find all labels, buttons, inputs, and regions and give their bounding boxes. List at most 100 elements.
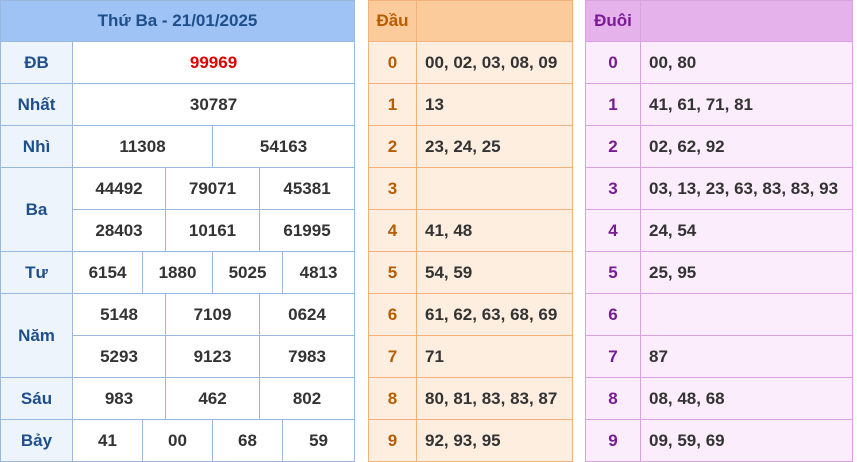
duoi-digit: 7 — [585, 335, 641, 378]
duoi-digit: 3 — [585, 167, 641, 210]
table-row: 9 09, 59, 69 — [585, 419, 853, 462]
duoi-values: 08, 48, 68 — [640, 377, 853, 420]
prize-value: 59 — [281, 419, 356, 462]
prize-value: 00 — [142, 419, 213, 462]
dau-digit: 7 — [368, 335, 417, 378]
table-row: 2 23, 24, 25 — [368, 125, 573, 168]
dau-panel: Đầu 0 00, 02, 03, 08, 09 1 13 2 23, 24, 25 … — [368, 0, 573, 462]
duoi-digit: 2 — [585, 125, 641, 168]
table-row: 1 41, 61, 71, 81 — [585, 83, 853, 126]
dau-values: 41, 48 — [416, 209, 573, 252]
prize-value: 79071 — [165, 167, 260, 210]
duoi-header: Đuôi — [585, 0, 641, 42]
results-table: Thứ Ba - 21/01/2025 ĐB 99969 Nhất 30787 … — [0, 0, 356, 462]
dau-digit: 9 — [368, 419, 417, 462]
table-row: ĐB 99969 — [0, 41, 356, 84]
prize-value: 462 — [165, 377, 260, 420]
dau-values — [416, 167, 573, 210]
dau-values: 80, 81, 83, 83, 87 — [416, 377, 573, 420]
table-row: 3 — [368, 167, 573, 210]
prize-value: 30787 — [71, 83, 356, 126]
table-row: Nhì 11308 54163 — [0, 125, 356, 168]
prize-value: 11308 — [72, 125, 213, 168]
dau-header-blank — [416, 0, 573, 42]
duoi-digit: 4 — [585, 209, 641, 252]
prize-value: 6154 — [72, 251, 143, 294]
dau-values: 71 — [416, 335, 573, 378]
duoi-digit: 9 — [585, 419, 641, 462]
duoi-values: 25, 95 — [640, 251, 853, 294]
prize-label: Nhất — [0, 83, 73, 126]
table-row: 4 41, 48 — [368, 209, 573, 252]
prize-value: 68 — [212, 419, 283, 462]
duoi-values: 03, 13, 23, 63, 83, 83, 93 — [640, 167, 853, 210]
dau-digit: 4 — [368, 209, 417, 252]
duoi-values: 24, 54 — [640, 209, 853, 252]
duoi-values — [640, 293, 853, 336]
duoi-values: 87 — [640, 335, 853, 378]
prize-value: 1880 — [142, 251, 213, 294]
table-row: Tư 6154 1880 5025 4813 — [0, 251, 356, 294]
prize-label: Bảy — [0, 419, 73, 462]
prize-value: 44492 — [72, 167, 166, 210]
duoi-table: Đuôi 0 00, 80 1 41, 61, 71, 81 2 02, 62, 92… — [585, 0, 853, 462]
duoi-values: 09, 59, 69 — [640, 419, 853, 462]
prize-value: 41 — [72, 419, 143, 462]
prize-value: 5025 — [212, 251, 283, 294]
duoi-digit: 0 — [585, 41, 641, 84]
prize-value: 45381 — [258, 167, 356, 210]
table-row: Nhất 30787 — [0, 83, 356, 126]
duoi-values: 00, 80 — [640, 41, 853, 84]
table-row: 0 00, 80 — [585, 41, 853, 84]
table-row: 7 71 — [368, 335, 573, 378]
special-prize-value: 99969 — [71, 41, 356, 84]
prize-label: Tư — [0, 251, 73, 294]
duoi-header-blank — [640, 0, 853, 42]
dau-values: 13 — [416, 83, 573, 126]
prize-value: 983 — [72, 377, 166, 420]
prize-value: 7109 — [165, 293, 260, 336]
table-row: 5 25, 95 — [585, 251, 853, 294]
dau-header: Đầu — [368, 0, 417, 42]
table-row: 8 80, 81, 83, 83, 87 — [368, 377, 573, 420]
table-row: Năm 5148 7109 0624 — [0, 293, 356, 378]
dau-values: 23, 24, 25 — [416, 125, 573, 168]
dau-digit: 8 — [368, 377, 417, 420]
table-row: 1 13 — [368, 83, 573, 126]
duoi-digit: 5 — [585, 251, 641, 294]
prize-value: 5293 — [72, 335, 166, 378]
duoi-digit: 8 — [585, 377, 641, 420]
dau-digit: 3 — [368, 167, 417, 210]
table-row: 5 54, 59 — [368, 251, 573, 294]
prize-value: 802 — [258, 377, 356, 420]
table-row: 4 24, 54 — [585, 209, 853, 252]
prize-value: 9123 — [165, 335, 260, 378]
dau-table: Đầu 0 00, 02, 03, 08, 09 1 13 2 23, 24, 25 … — [368, 0, 573, 462]
table-row: 8 08, 48, 68 — [585, 377, 853, 420]
dau-digit: 1 — [368, 83, 417, 126]
duoi-digit: 6 — [585, 293, 641, 336]
duoi-digit: 1 — [585, 83, 641, 126]
prize-label: Nhì — [0, 125, 73, 168]
dau-digit: 0 — [368, 41, 417, 84]
prize-value: 61995 — [258, 209, 356, 252]
prize-value: 28403 — [72, 209, 166, 252]
dau-digit: 5 — [368, 251, 417, 294]
table-row: Bảy 41 00 68 59 — [0, 419, 356, 462]
dau-digit: 6 — [368, 293, 417, 336]
table-row: Ba 44492 79071 45381 — [0, 167, 356, 252]
duoi-values: 41, 61, 71, 81 — [640, 83, 853, 126]
prize-label: Sáu — [0, 377, 73, 420]
prize-label: ĐB — [0, 41, 73, 84]
table-row: 6 — [585, 293, 853, 336]
prize-value: 10161 — [165, 209, 260, 252]
results-header: Thứ Ba - 21/01/2025 — [0, 0, 356, 42]
table-row: 7 87 — [585, 335, 853, 378]
dau-values: 00, 02, 03, 08, 09 — [416, 41, 573, 84]
dau-values: 54, 59 — [416, 251, 573, 294]
prize-label: Năm — [0, 293, 73, 378]
results-panel: Thứ Ba - 21/01/2025 ĐB 99969 Nhất 30787 … — [0, 0, 356, 462]
dau-values: 92, 93, 95 — [416, 419, 573, 462]
prize-value: 7983 — [258, 335, 356, 378]
dau-values: 61, 62, 63, 68, 69 — [416, 293, 573, 336]
